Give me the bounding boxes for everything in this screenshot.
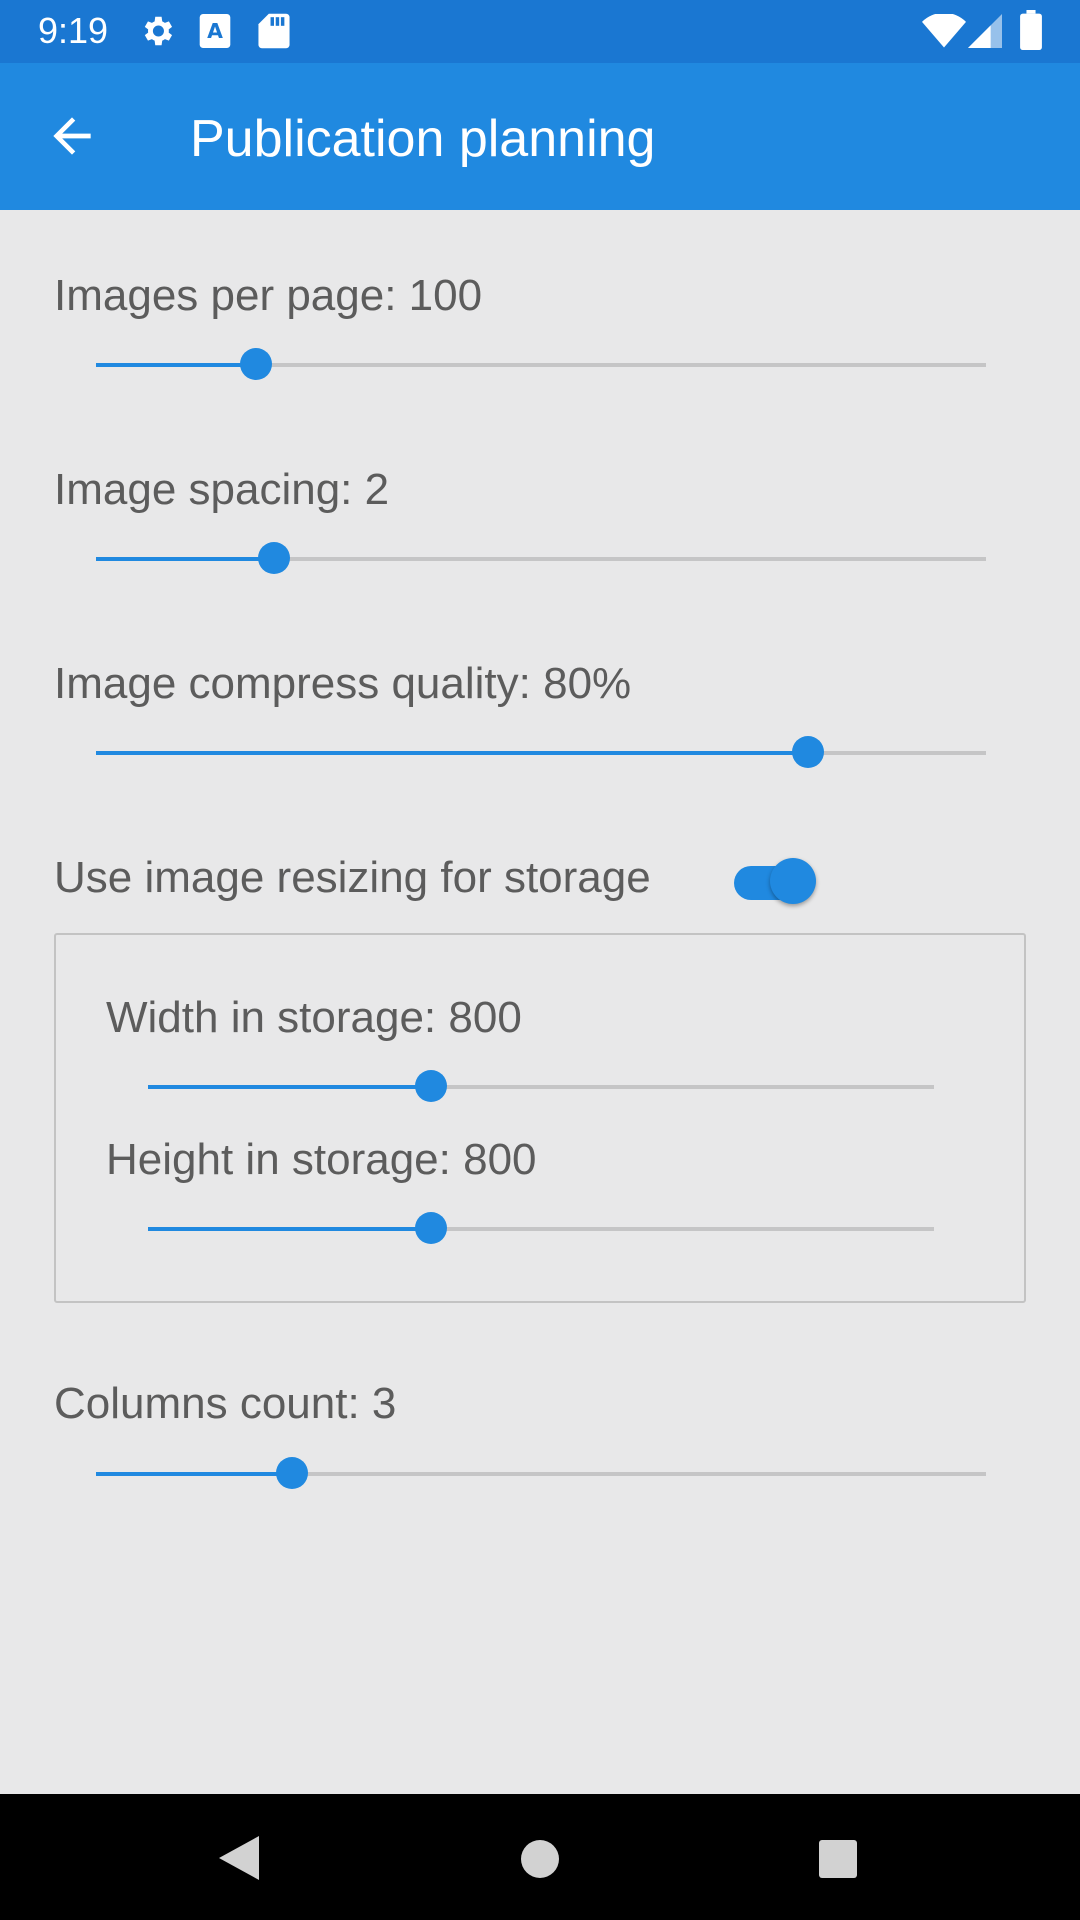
height-in-storage-slider[interactable] bbox=[148, 1209, 934, 1249]
font-a-icon: A bbox=[198, 12, 232, 55]
slider-thumb[interactable] bbox=[275, 1457, 308, 1489]
images-per-page-slider[interactable] bbox=[96, 345, 986, 385]
slider-fill bbox=[148, 1227, 431, 1231]
slider-thumb[interactable] bbox=[414, 1212, 447, 1244]
resize-toggle-switch[interactable] bbox=[732, 856, 818, 904]
switch-knob bbox=[770, 858, 816, 904]
status-bar: 9:19 A bbox=[0, 0, 1080, 63]
image-spacing-label: Image spacing: 2 bbox=[54, 465, 390, 514]
gear-icon bbox=[138, 12, 176, 55]
slider-fill bbox=[96, 1472, 292, 1476]
width-in-storage-label: Width in storage: 800 bbox=[106, 993, 522, 1042]
columns-count-label: Columns count: 3 bbox=[54, 1379, 397, 1428]
slider-fill bbox=[148, 1085, 431, 1089]
columns-count-slider[interactable] bbox=[96, 1454, 986, 1494]
app-bar: Publication planning bbox=[0, 63, 1080, 210]
image-compress-quality-slider[interactable] bbox=[96, 733, 986, 773]
slider-thumb[interactable] bbox=[414, 1070, 447, 1102]
slider-thumb[interactable] bbox=[240, 348, 273, 380]
navigation-bar bbox=[0, 1794, 1080, 1920]
page-title: Publication planning bbox=[190, 110, 656, 168]
image-compress-quality-label: Image compress quality: 80% bbox=[54, 659, 632, 708]
arrow-back-icon[interactable] bbox=[44, 108, 100, 164]
resize-toggle-label: Use image resizing for storage bbox=[54, 853, 651, 902]
slider-thumb[interactable] bbox=[792, 736, 824, 768]
status-time: 9:19 bbox=[38, 10, 109, 51]
image-spacing-slider[interactable] bbox=[96, 539, 986, 579]
images-per-page-label: Images per page: 100 bbox=[54, 271, 483, 320]
slider-fill bbox=[96, 363, 257, 367]
svg-text:A: A bbox=[207, 19, 223, 43]
slider-fill bbox=[96, 751, 808, 755]
back-triangle-icon[interactable] bbox=[205, 1822, 275, 1892]
battery-icon bbox=[1020, 10, 1042, 55]
width-in-storage-slider[interactable] bbox=[148, 1067, 934, 1107]
signal-icon bbox=[968, 14, 1002, 53]
height-in-storage-label: Height in storage: 800 bbox=[106, 1135, 537, 1184]
home-circle-icon[interactable] bbox=[505, 1822, 575, 1892]
slider-fill bbox=[96, 557, 274, 561]
sd-card-icon bbox=[258, 12, 290, 55]
wifi-icon bbox=[922, 12, 966, 53]
slider-thumb[interactable] bbox=[258, 542, 290, 574]
recents-square-icon[interactable] bbox=[803, 1822, 873, 1892]
